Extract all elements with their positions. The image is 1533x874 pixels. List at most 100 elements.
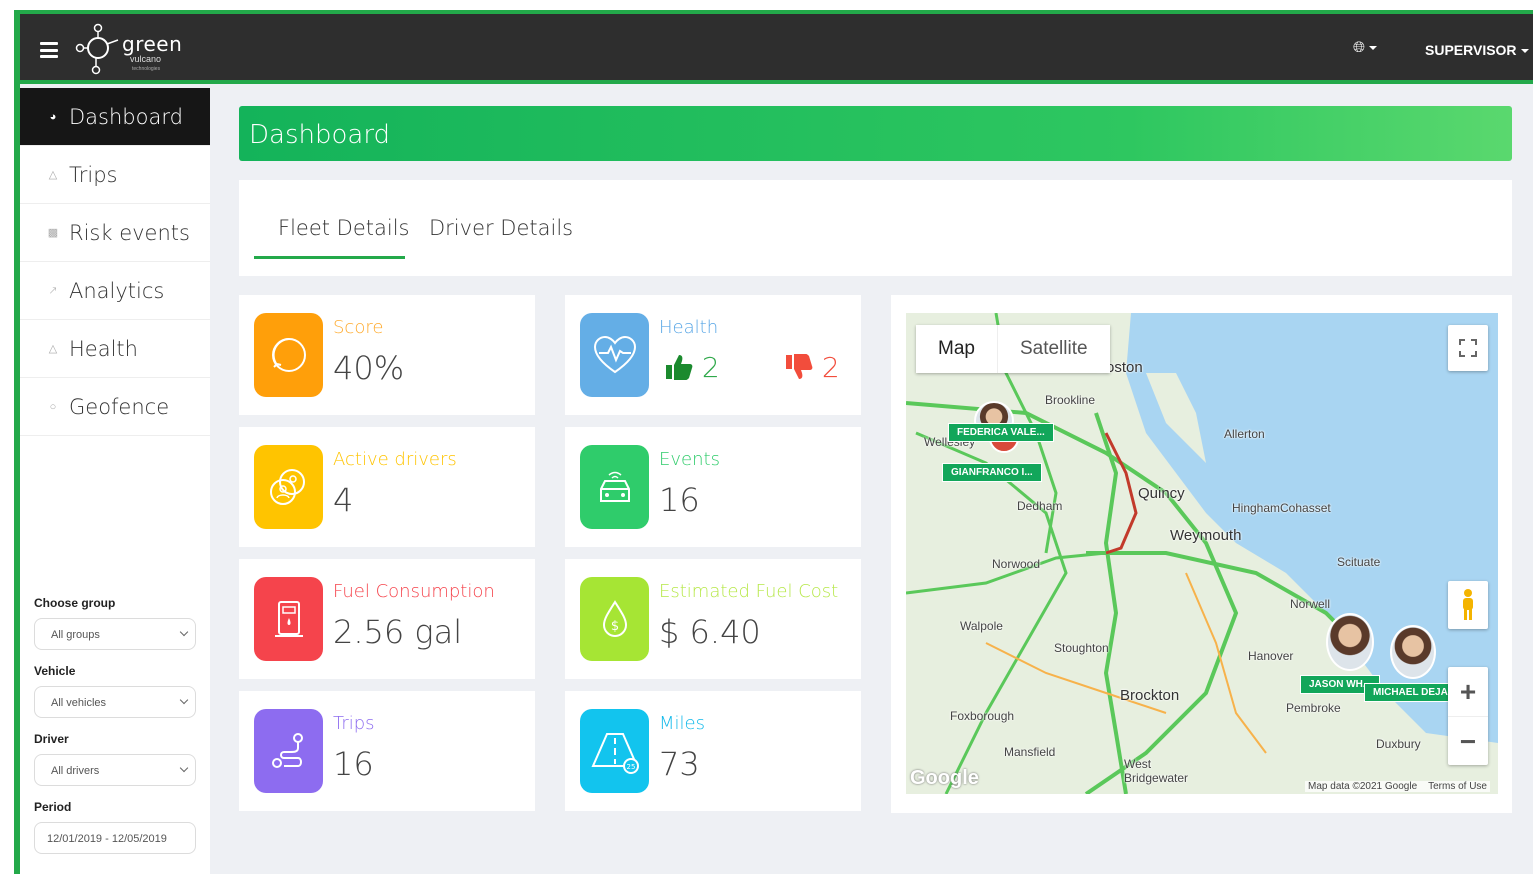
page-title: Dashboard bbox=[249, 120, 391, 150]
street-view-pegman-button[interactable] bbox=[1448, 581, 1488, 629]
health-card[interactable]: Health 2 2 bbox=[565, 295, 861, 415]
logo-tagline: technologies bbox=[132, 66, 161, 72]
trips-value: 16 bbox=[333, 745, 374, 783]
tab-driver-details[interactable]: Driver Details bbox=[429, 216, 573, 240]
zoom-control: + − bbox=[1448, 667, 1488, 765]
sidebar-item-label: Geofence bbox=[69, 394, 170, 419]
miles-card[interactable]: 25 Miles 73 bbox=[565, 691, 861, 811]
pegman-icon bbox=[1463, 589, 1473, 620]
driver-avatar[interactable] bbox=[1390, 625, 1436, 679]
map-attribution: Map data ©2021 Google Terms of Use bbox=[1305, 781, 1490, 792]
terms-of-use-link[interactable]: Terms of Use bbox=[1428, 781, 1487, 792]
globe-icon: 🌐︎ bbox=[1353, 39, 1366, 56]
map-place-label: Duxbury bbox=[1376, 737, 1421, 751]
active-drivers-card[interactable]: Active drivers 4 bbox=[239, 427, 535, 547]
map-place-label: Weymouth bbox=[1170, 527, 1242, 544]
map-place-label: Walpole bbox=[960, 619, 1003, 633]
group-select-value: All groups bbox=[51, 629, 100, 641]
map-type-satellite-button[interactable]: Satellite bbox=[996, 325, 1110, 373]
bell-icon: △ bbox=[48, 342, 58, 355]
map-place-label: Mansfield bbox=[1004, 745, 1056, 759]
driver-select[interactable]: All drivers bbox=[34, 754, 196, 786]
health-down-count: 2 bbox=[821, 351, 840, 384]
sidebar-item-label: Analytics bbox=[69, 278, 165, 303]
tab-fleet-details[interactable]: Fleet Details bbox=[278, 216, 409, 240]
language-dropdown[interactable]: 🌐︎ bbox=[1353, 39, 1378, 56]
group-select[interactable]: All groups bbox=[34, 618, 196, 650]
vehicle-filter-label: Vehicle bbox=[34, 664, 76, 678]
sidebar-item-health[interactable]: △ Health bbox=[20, 320, 210, 378]
dashboard-icon: ◕ bbox=[49, 110, 57, 123]
hamburger-menu-icon[interactable] bbox=[40, 42, 58, 58]
map-place-label: Cohasset bbox=[1280, 501, 1331, 515]
score-value: 40% bbox=[333, 349, 405, 387]
fuel-consumption-value: 2.56 gal bbox=[333, 613, 463, 651]
logo-subtext: vulcano bbox=[130, 54, 162, 64]
logo-text: green bbox=[122, 32, 183, 56]
map-type-map-button[interactable]: Map bbox=[916, 325, 997, 373]
period-date-range-input[interactable]: 12/01/2019 - 12/05/2019 bbox=[34, 822, 196, 854]
google-logo: Google bbox=[910, 767, 979, 789]
route-icon bbox=[254, 709, 323, 793]
zoom-out-button[interactable]: − bbox=[1448, 716, 1488, 765]
road-icon: △ bbox=[48, 168, 58, 181]
tabs-bar: Fleet Details Driver Details bbox=[239, 180, 1512, 276]
period-filter-label: Period bbox=[34, 800, 72, 814]
chevron-down-icon bbox=[179, 695, 189, 705]
thumbs-down-icon bbox=[786, 354, 813, 379]
active-drivers-value: 4 bbox=[333, 481, 354, 519]
vehicle-select[interactable]: All vehicles bbox=[34, 686, 196, 718]
trips-card[interactable]: Trips 16 bbox=[239, 691, 535, 811]
user-menu-dropdown[interactable]: SUPERVISOR bbox=[1425, 42, 1529, 58]
car-signal-icon bbox=[580, 445, 649, 529]
caret-down-icon bbox=[1369, 46, 1378, 51]
driver-select-value: All drivers bbox=[51, 765, 100, 777]
road-distance-icon: 25 bbox=[580, 709, 649, 793]
health-issues: 2 bbox=[785, 351, 840, 384]
app-window: green vulcano technologies 🌐︎ SUPERVISOR… bbox=[14, 10, 1533, 874]
fuel-cost-card[interactable]: $ Estimated Fuel Cost $ 6.40 bbox=[565, 559, 861, 679]
bar-chart-icon: ▩ bbox=[47, 226, 59, 239]
fuel-cost-value: $ 6.40 bbox=[659, 613, 761, 651]
logo[interactable]: green vulcano technologies bbox=[74, 22, 184, 78]
driver-avatar[interactable] bbox=[1326, 613, 1374, 671]
fullscreen-icon bbox=[1459, 339, 1477, 357]
group-filter-label: Choose group bbox=[34, 596, 116, 610]
events-card[interactable]: Events 16 bbox=[565, 427, 861, 547]
sidebar-item-dashboard[interactable]: ◕ Dashboard bbox=[20, 88, 210, 146]
trips-label: Trips bbox=[333, 713, 375, 734]
sidebar-item-trips[interactable]: △ Trips bbox=[20, 146, 210, 204]
period-value: 12/01/2019 - 12/05/2019 bbox=[47, 833, 167, 845]
map-place-label: Scituate bbox=[1337, 555, 1381, 569]
map-place-label: Pembroke bbox=[1286, 701, 1341, 715]
chevron-down-icon bbox=[179, 763, 189, 773]
fuel-consumption-label: Fuel Consumption bbox=[333, 581, 495, 602]
miles-value: 73 bbox=[659, 745, 700, 783]
user-role-label: SUPERVISOR bbox=[1425, 42, 1517, 58]
map-place-label: Stoughton bbox=[1054, 641, 1109, 655]
svg-text:25: 25 bbox=[626, 763, 635, 771]
health-ok: 2 bbox=[665, 351, 720, 384]
zoom-in-button[interactable]: + bbox=[1460, 667, 1476, 716]
thumbs-up-icon bbox=[666, 355, 693, 380]
fullscreen-button[interactable] bbox=[1448, 325, 1488, 371]
events-label: Events bbox=[659, 449, 720, 470]
fuel-consumption-card[interactable]: Fuel Consumption 2.56 gal bbox=[239, 559, 535, 679]
map-data-attribution: Map data ©2021 Google bbox=[1308, 781, 1418, 792]
logo-mark-icon bbox=[75, 23, 119, 75]
sidebar-item-analytics[interactable]: ↗ Analytics bbox=[20, 262, 210, 320]
map-place-label: West Bridgewater bbox=[1124, 757, 1189, 785]
line-chart-icon: ↗ bbox=[48, 284, 58, 297]
fleet-map[interactable]: Boston Brookline Allerton Quincy Dedham … bbox=[906, 313, 1498, 794]
sidebar-item-label: Trips bbox=[69, 162, 118, 187]
score-card[interactable]: Score 40% bbox=[239, 295, 535, 415]
sidebar-item-risk-events[interactable]: ▩ Risk events bbox=[20, 204, 210, 262]
map-place-label: Brookline bbox=[1045, 393, 1096, 407]
sidebar-item-label: Dashboard bbox=[69, 104, 183, 129]
events-value: 16 bbox=[659, 481, 700, 519]
sidebar-item-geofence[interactable]: ○ Geofence bbox=[20, 378, 210, 436]
driver-map-label[interactable]: GIANFRANCO I... bbox=[942, 463, 1042, 482]
score-gauge-icon bbox=[254, 313, 323, 397]
driver-map-label[interactable]: FEDERICA VALE... bbox=[948, 423, 1054, 442]
miles-label: Miles bbox=[659, 713, 705, 734]
